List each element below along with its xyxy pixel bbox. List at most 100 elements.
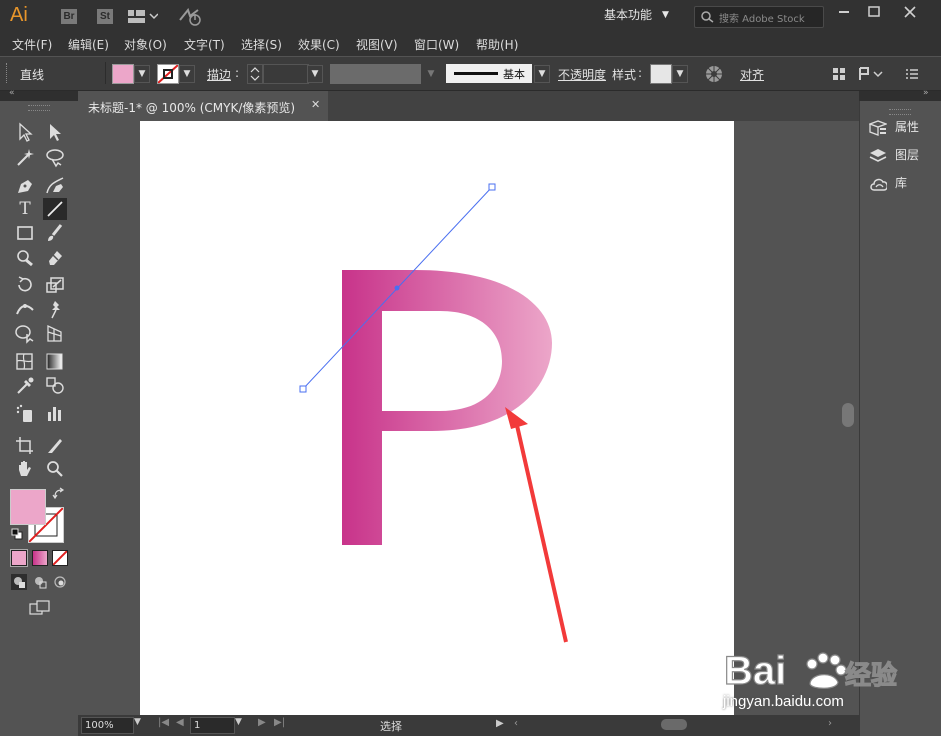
- grip-handle[interactable]: [6, 63, 11, 83]
- grip-handle[interactable]: [28, 105, 50, 111]
- last-artboard-icon[interactable]: ▶|: [274, 717, 285, 728]
- menu-object[interactable]: 对象(O): [124, 36, 167, 54]
- scale-tool-icon[interactable]: [43, 274, 67, 296]
- artboard-number-input[interactable]: 1: [190, 717, 235, 734]
- scroll-left-icon[interactable]: ‹: [514, 718, 518, 729]
- panel-properties[interactable]: 属性: [869, 116, 939, 138]
- blend-tool-icon[interactable]: [43, 374, 67, 396]
- anchor-point-end[interactable]: [488, 183, 496, 191]
- bridge-button[interactable]: Br: [61, 9, 77, 24]
- puppet-warp-tool-icon[interactable]: [43, 298, 67, 320]
- graphic-style-chevron-icon[interactable]: ▼: [672, 65, 688, 83]
- isolate-icon[interactable]: [858, 66, 888, 82]
- menu-type[interactable]: 文字(T): [184, 36, 225, 54]
- menu-edit[interactable]: 编辑(E): [68, 36, 109, 54]
- horizontal-scroll-thumb[interactable]: [661, 719, 687, 730]
- artboard-chevron-down-icon[interactable]: ▼: [235, 717, 242, 727]
- gradient-mode-button[interactable]: [32, 550, 48, 566]
- curvature-tool-icon[interactable]: [43, 174, 67, 196]
- gradient-tool-icon[interactable]: [43, 350, 67, 372]
- shape-builder-tool-icon[interactable]: [13, 322, 37, 344]
- width-tool-icon[interactable]: [13, 298, 37, 320]
- eraser-tool-icon[interactable]: [43, 246, 67, 268]
- menu-view[interactable]: 视图(V): [356, 36, 398, 54]
- shaper-tool-icon[interactable]: [13, 246, 37, 268]
- transform-icon[interactable]: [832, 67, 846, 81]
- panel-menu-icon[interactable]: [905, 67, 919, 81]
- symbol-sprayer-tool-icon[interactable]: [13, 402, 37, 424]
- maximize-button[interactable]: [860, 3, 888, 21]
- graphic-style-swatch[interactable]: [650, 64, 672, 84]
- zoom-level-input[interactable]: 100%: [81, 717, 134, 734]
- stroke-weight-chevron-icon[interactable]: ▼: [307, 65, 323, 83]
- panel-dock-header[interactable]: »: [859, 88, 941, 101]
- fill-dropdown-chevron-icon[interactable]: ▼: [134, 65, 150, 83]
- letter-p-shape[interactable]: [342, 270, 552, 545]
- lasso-tool-icon[interactable]: [43, 146, 67, 168]
- previous-artboard-icon[interactable]: ◀: [176, 717, 184, 728]
- eyedropper-tool-icon[interactable]: [13, 374, 37, 396]
- stroke-weight-stepper[interactable]: [247, 64, 263, 84]
- stroke-color-swatch[interactable]: [157, 64, 179, 84]
- hand-tool-icon[interactable]: [13, 458, 37, 480]
- draw-behind-icon[interactable]: [32, 574, 48, 590]
- none-mode-button[interactable]: [52, 550, 68, 566]
- selection-tool-icon[interactable]: [13, 121, 37, 143]
- screen-mode-icon[interactable]: [28, 599, 52, 617]
- close-tab-icon[interactable]: ✕: [311, 98, 320, 111]
- menu-window[interactable]: 窗口(W): [414, 36, 459, 54]
- direct-selection-tool-icon[interactable]: [43, 121, 67, 143]
- scroll-right-icon[interactable]: ›: [828, 718, 832, 729]
- default-fill-stroke-icon[interactable]: [11, 528, 23, 540]
- menu-select[interactable]: 选择(S): [241, 36, 282, 54]
- panel-layers[interactable]: 图层: [869, 144, 939, 166]
- draw-normal-icon[interactable]: [11, 574, 27, 590]
- anchor-point-start[interactable]: [299, 385, 307, 393]
- draw-inside-icon[interactable]: [52, 574, 68, 590]
- slice-tool-icon[interactable]: [43, 434, 67, 456]
- stroke-weight-input[interactable]: [263, 64, 309, 84]
- fill-swatch[interactable]: [10, 489, 46, 525]
- zoom-tool-icon[interactable]: [43, 458, 67, 480]
- expand-double-chevron-icon[interactable]: »: [923, 88, 929, 98]
- swap-fill-stroke-icon[interactable]: [52, 487, 66, 501]
- brush-definition[interactable]: 基本: [446, 64, 532, 83]
- magic-wand-tool-icon[interactable]: [13, 146, 37, 168]
- close-window-button[interactable]: [896, 3, 924, 21]
- grip-handle[interactable]: [889, 109, 911, 115]
- first-artboard-icon[interactable]: |◀: [158, 717, 169, 728]
- opacity-label[interactable]: 不透明度: [558, 66, 606, 83]
- artboard-tool-icon[interactable]: [13, 434, 37, 456]
- color-mode-button[interactable]: [10, 549, 28, 567]
- document-tab[interactable]: 未标题-1* @ 100% (CMYK/像素预览) ✕: [78, 91, 328, 121]
- type-tool-icon[interactable]: T: [13, 198, 37, 220]
- menu-help[interactable]: 帮助(H): [476, 36, 518, 54]
- menu-file[interactable]: 文件(F): [12, 36, 52, 54]
- next-artboard-icon[interactable]: ▶: [258, 717, 266, 728]
- workspace-switcher[interactable]: 基本功能 ▼: [592, 5, 684, 26]
- minimize-button[interactable]: [830, 3, 858, 21]
- arrange-documents-icon[interactable]: [128, 9, 159, 24]
- stroke-dropdown-chevron-icon[interactable]: ▼: [179, 65, 195, 83]
- pen-tool-icon[interactable]: [13, 174, 37, 196]
- panel-libraries[interactable]: 库: [869, 172, 939, 194]
- brush-chevron-icon[interactable]: ▼: [534, 65, 550, 83]
- stock-button[interactable]: St: [97, 9, 113, 24]
- menu-effect[interactable]: 效果(C): [298, 36, 340, 54]
- status-menu-arrow-icon[interactable]: ▶: [496, 718, 504, 729]
- toolbar-dock-header[interactable]: «: [0, 88, 78, 101]
- rotate-tool-icon[interactable]: [13, 274, 37, 296]
- line-segment-tool-icon[interactable]: [43, 198, 67, 220]
- column-graph-tool-icon[interactable]: [43, 402, 67, 424]
- fill-color-swatch[interactable]: [112, 64, 134, 84]
- recolor-artwork-icon[interactable]: [704, 64, 724, 84]
- variable-width-chevron-icon[interactable]: ▼: [423, 65, 439, 83]
- variable-width-profile[interactable]: [330, 64, 421, 84]
- stock-search-input[interactable]: 搜索 Adobe Stock: [694, 6, 824, 28]
- collapse-double-chevron-icon[interactable]: «: [9, 88, 15, 98]
- stroke-label[interactable]: 描边: [207, 66, 231, 83]
- align-label[interactable]: 对齐: [740, 66, 764, 83]
- zoom-chevron-down-icon[interactable]: ▼: [134, 717, 141, 727]
- vertical-scroll-thumb[interactable]: [842, 403, 854, 427]
- paintbrush-tool-icon[interactable]: [43, 222, 67, 244]
